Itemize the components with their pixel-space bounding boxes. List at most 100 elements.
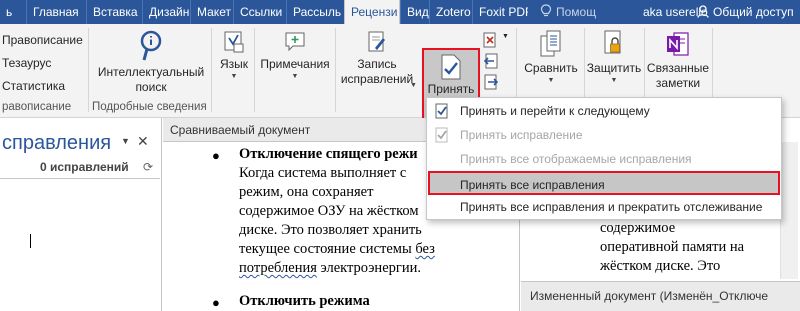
menu-item-label: Принять исправление — [460, 128, 583, 142]
menu-item-accept-all-changes[interactable]: Принять все исправления — [428, 171, 780, 195]
protect-label: Защитить — [586, 61, 642, 75]
doc-line: текущее состояние системы без — [239, 240, 435, 259]
comments-label: Примечания — [260, 57, 330, 71]
person-icon — [697, 5, 709, 18]
tab-home[interactable]: Главная — [26, 0, 86, 24]
doc-line: Когда система выполняет с — [239, 165, 407, 181]
tab-foxit-pdf[interactable]: Foxit PDF — [472, 0, 528, 24]
accept-change-icon — [435, 127, 448, 143]
refresh-icon[interactable]: ⟳ — [143, 160, 153, 174]
tab-review[interactable]: Рецензи — [344, 0, 400, 24]
compare-label: Сравнить — [524, 61, 578, 75]
onenote-icon — [667, 32, 689, 56]
linked-notes-button[interactable]: Связанные заметки — [646, 30, 710, 91]
tab-layout[interactable]: Макет — [190, 0, 233, 24]
tab-references[interactable]: Ссылки — [233, 0, 286, 24]
compare-button[interactable]: Сравнить ▼ — [520, 30, 582, 85]
next-change-icon[interactable] — [483, 74, 499, 90]
vertical-scrollbar[interactable] — [780, 142, 798, 279]
accept-dropdown-menu: Принять и перейти к следующему Принять и… — [426, 97, 782, 220]
spelling-flag: без — [415, 241, 435, 257]
language-icon — [224, 31, 244, 53]
doc-line: потребления электроэнергии. — [239, 259, 421, 278]
previous-change-icon[interactable] — [483, 53, 499, 69]
chevron-down-icon[interactable]: ▼ — [502, 33, 509, 40]
bullet-icon: ● — [212, 148, 220, 163]
group-separator — [335, 28, 336, 112]
menu-item-accept-all-shown[interactable]: Принять все отображаемые исправления — [428, 147, 780, 171]
tab-insert[interactable]: Вставка — [86, 0, 142, 24]
text-cursor — [30, 234, 31, 248]
group-separator — [88, 28, 89, 112]
search-icon — [140, 30, 162, 61]
group-separator — [254, 28, 255, 112]
revisions-pane: справления ▼ ✕ 0 исправлений ⟳ — [0, 118, 162, 311]
comments-button[interactable]: Примечания ▼ — [257, 30, 333, 81]
smart-lookup-label-1: Интеллектуальный — [97, 65, 205, 79]
revisions-pane-title: справления — [2, 132, 112, 154]
spelling-flag: потребления — [239, 260, 317, 276]
menu-item-label: Принять и перейти к следующему — [460, 104, 650, 118]
changed-document-header: Измененный документ (Изменён_Отключе — [521, 282, 800, 311]
group-separator — [211, 28, 212, 112]
doc-line: содержимое ОЗУ на жёстком — [239, 203, 419, 219]
chevron-down-icon[interactable]: ▼ — [121, 136, 130, 146]
linked-notes-label-2: заметки — [655, 76, 701, 90]
track-changes-icon — [368, 31, 385, 52]
protect-button[interactable]: Защитить ▼ — [586, 30, 642, 85]
ribbon-tab-bar: ь Главная Вставка Дизайн Макет Ссылки Ра… — [0, 0, 800, 24]
language-label: Язык — [219, 57, 249, 71]
track-changes-button[interactable]: Запись исправлений ▼ — [338, 30, 417, 89]
menu-item-accept-all-and-stop-tracking[interactable]: Принять все исправления и прекратить отс… — [428, 195, 780, 219]
tab-design[interactable]: Дизайн — [142, 0, 190, 24]
word-count-button[interactable]: Статистика — [2, 79, 65, 93]
tab-zotero[interactable]: Zotero — [429, 0, 472, 24]
revisions-count: 0 исправлений — [40, 160, 129, 174]
doc-line-part: электроэнергии. — [316, 260, 421, 276]
smart-lookup-button[interactable]: Интеллектуальный поиск — [92, 30, 210, 95]
spelling-button[interactable]: Правописание — [2, 33, 83, 47]
chevron-down-icon: ▼ — [610, 77, 618, 84]
accept-next-icon — [435, 103, 448, 119]
tab-file[interactable]: ь — [0, 0, 26, 24]
insights-group-label: Подробные сведения — [92, 101, 207, 113]
proofing-group-label: равописание — [2, 101, 72, 113]
tell-me-text: Помощ — [556, 5, 597, 19]
bullet-icon: ● — [212, 295, 220, 310]
doc-line-part: текущее состояние системы — [239, 241, 416, 257]
compare-icon — [540, 30, 561, 57]
share-label: Общий доступ — [713, 5, 794, 19]
track-changes-label-1: Запись — [357, 57, 397, 71]
menu-item-accept-change[interactable]: Принять исправление — [428, 123, 780, 147]
lightbulb-icon — [540, 4, 552, 17]
chevron-down-icon: ▼ — [547, 77, 555, 84]
menu-item-label: Принять все исправления — [460, 178, 605, 192]
tab-mailings[interactable]: Рассыль — [286, 0, 344, 24]
menu-item-label: Принять все исправления и прекратить отс… — [460, 200, 763, 214]
tell-me-box[interactable]: Помощ — [540, 0, 596, 24]
tab-view[interactable]: Вид — [400, 0, 429, 24]
thesaurus-button[interactable]: Тезаурус — [2, 56, 51, 70]
doc-line: жёстком диске. Это — [600, 258, 721, 274]
lock-icon — [604, 30, 621, 54]
reject-icon[interactable] — [483, 32, 499, 48]
doc-line: оперативной памяти на — [600, 239, 745, 255]
doc-line: содержимое — [600, 220, 676, 236]
accept-label: Принять — [427, 82, 475, 96]
language-button[interactable]: Язык ▼ — [214, 30, 254, 81]
chevron-down-icon: ▼ — [291, 73, 299, 80]
comment-icon — [285, 32, 305, 52]
track-changes-label-2: исправлений — [340, 72, 414, 86]
linked-notes-label-1: Связанные — [646, 61, 710, 75]
chevron-down-icon: ▼ — [410, 82, 417, 89]
share-button[interactable]: Общий доступ — [697, 0, 794, 24]
menu-item-accept-and-move-next[interactable]: Принять и перейти к следующему — [428, 99, 780, 123]
smart-lookup-label-2: поиск — [135, 80, 167, 94]
chevron-down-icon: ▼ — [230, 73, 238, 80]
close-icon[interactable]: ✕ — [137, 133, 149, 150]
doc-line: Отключение спящего режи — [239, 146, 418, 162]
pane-divider — [0, 178, 160, 179]
doc-line: Отключить режима — [239, 293, 370, 309]
doc-line: диске. Это позволяет хранить — [239, 222, 422, 238]
accept-check-icon — [441, 54, 461, 80]
